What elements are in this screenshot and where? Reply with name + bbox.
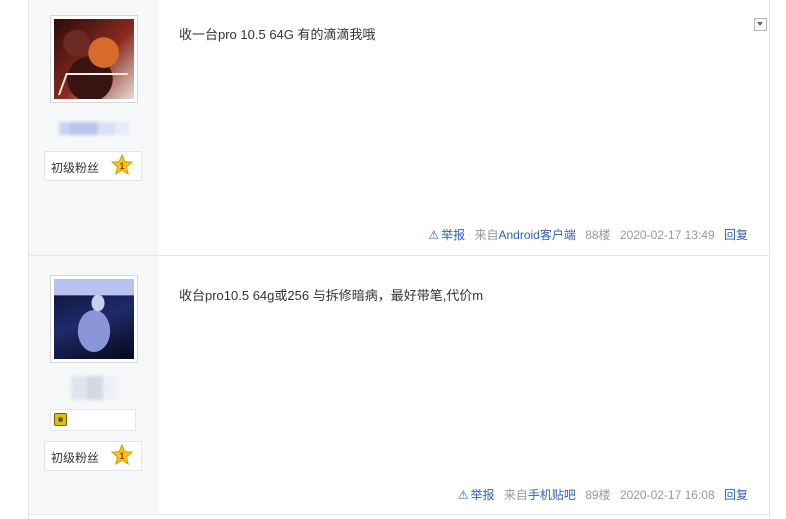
report-link[interactable]: 举报 bbox=[470, 488, 494, 502]
post-89: 初级粉丝 1 收台pro10.5 64g或256 与拆修暗病，最好带笔,代价m … bbox=[29, 256, 769, 515]
author-sidebar: 初级粉丝 1 bbox=[29, 0, 159, 255]
floor-number: 88楼 bbox=[585, 228, 611, 242]
username-blurred[interactable] bbox=[59, 122, 129, 135]
warning-icon[interactable]: ⚠ bbox=[458, 488, 469, 502]
post-tail: ⚠ 举报 来自Android客户端 88楼 2020-02-17 13:49 回复 bbox=[422, 226, 748, 243]
source-link[interactable]: 手机贴吧 bbox=[528, 488, 576, 502]
post-88: 初级粉丝 1 收一台pro 10.5 64G 有的滴滴我哦 ⚠ 举报 来自Andr… bbox=[29, 0, 769, 256]
reply-link[interactable]: 回复 bbox=[724, 488, 748, 502]
medal-row bbox=[50, 409, 136, 431]
avatar-signature-mark bbox=[57, 73, 129, 95]
avatar[interactable] bbox=[50, 15, 138, 103]
source-prefix: 来自 bbox=[503, 488, 528, 502]
level-number: 1 bbox=[119, 161, 124, 171]
thread-frame: 初级粉丝 1 收一台pro 10.5 64G 有的滴滴我哦 ⚠ 举报 来自Andr… bbox=[28, 0, 770, 519]
warning-icon[interactable]: ⚠ bbox=[428, 228, 439, 242]
username-blurred[interactable] bbox=[71, 376, 117, 400]
level-number: 1 bbox=[119, 451, 124, 461]
level-badge[interactable]: 初级粉丝 1 bbox=[44, 441, 142, 471]
level-name: 初级粉丝 bbox=[51, 451, 100, 465]
level-star-icon: 1 bbox=[111, 444, 133, 466]
report-link[interactable]: 举报 bbox=[441, 228, 465, 242]
dropdown-arrow-icon[interactable] bbox=[754, 18, 767, 31]
reply-link[interactable]: 回复 bbox=[724, 228, 748, 242]
post-tail: ⚠ 举报 来自手机贴吧 89楼 2020-02-17 16:08 回复 bbox=[452, 486, 748, 503]
author-sidebar: 初级粉丝 1 bbox=[29, 256, 159, 514]
level-badge[interactable]: 初级粉丝 1 bbox=[44, 151, 142, 181]
avatar-image[interactable] bbox=[54, 19, 134, 99]
floor-number: 89楼 bbox=[585, 488, 611, 502]
avatar[interactable] bbox=[50, 275, 138, 363]
level-name: 初级粉丝 bbox=[51, 161, 100, 175]
source-prefix: 来自 bbox=[474, 228, 499, 242]
post-time: 2020-02-17 16:08 bbox=[619, 488, 715, 502]
post-content: 收台pro10.5 64g或256 与拆修暗病，最好带笔,代价m bbox=[179, 288, 484, 303]
medal-icon[interactable] bbox=[54, 413, 67, 426]
avatar-image[interactable] bbox=[54, 279, 134, 359]
source-link[interactable]: Android客户端 bbox=[498, 228, 575, 242]
level-star-icon: 1 bbox=[111, 154, 133, 176]
post-time: 2020-02-17 13:49 bbox=[619, 228, 715, 242]
post-content: 收一台pro 10.5 64G 有的滴滴我哦 bbox=[179, 27, 376, 42]
